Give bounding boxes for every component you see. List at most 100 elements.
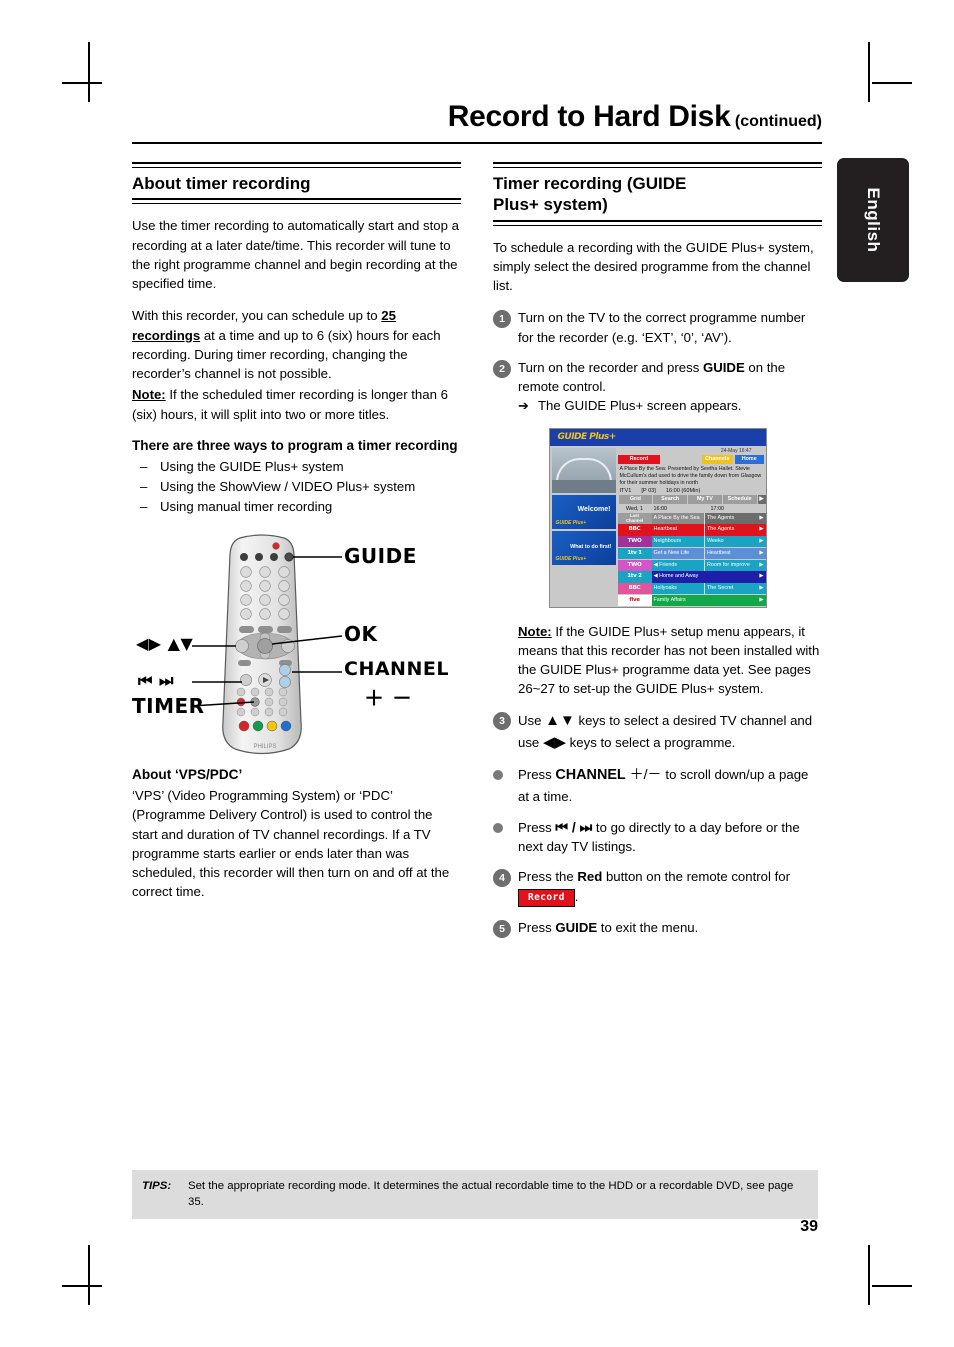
list-item: – Using the GUIDE Plus+ system xyxy=(132,457,461,476)
guide-plus-screenshot: GUIDE Plus+ Welcome! GUIDE Plus+ What to… xyxy=(548,427,767,608)
step3-text-a: Use xyxy=(518,712,546,728)
section-title-about-timer-recording: About timer recording xyxy=(132,174,311,193)
step-text: Use ▲▼ keys to select a desired TV chann… xyxy=(518,710,822,754)
tv-programme-cell[interactable]: A Place By the Sea xyxy=(651,512,704,524)
two-column-layout: About timer recording Use the timer reco… xyxy=(132,162,822,949)
tv-row-next-arrow-icon[interactable]: ▶ xyxy=(757,595,766,607)
tv-programme-description: A Place By the Sea: Presented by Seetha … xyxy=(619,465,762,486)
crop-mark-top-right-h xyxy=(872,82,912,84)
page-title: Record to Hard Disk xyxy=(447,100,731,133)
rule-bottom xyxy=(132,198,461,205)
list-item-label: Using the GUIDE Plus+ system xyxy=(160,458,344,474)
section-title-timer-recording: Timer recording (GUIDE Plus+ system) xyxy=(493,173,822,216)
tv-grid-row[interactable]: TWO ◀ Friends Room for improve ▶ xyxy=(617,559,766,571)
tv-programme-cell[interactable]: Heartbeat xyxy=(651,524,704,536)
tv-programme-cell[interactable]: The Secret xyxy=(704,583,758,595)
tv-channel-logo: BBC xyxy=(617,524,652,536)
step-4: 4 Press the Red button on the remote con… xyxy=(493,867,822,907)
tv-programme-cell[interactable]: Get a New Life xyxy=(651,547,704,560)
remote-label-guide: GUIDE xyxy=(344,544,417,569)
paragraph-guide-intro: To schedule a recording with the GUIDE P… xyxy=(493,239,814,294)
crop-mark-bottom-right-v xyxy=(868,1245,870,1305)
tv-grid-row[interactable]: BBC Hollyoaks The Secret ▶ xyxy=(617,583,766,595)
tv-programme-cell[interactable]: ◀ Home and Away xyxy=(651,571,758,583)
paragraph-guide-note: Note: If the GUIDE Plus+ setup menu appe… xyxy=(493,622,822,699)
tv-button-spacer xyxy=(662,455,699,464)
section-title-line2: Plus+ system) xyxy=(493,195,608,215)
tv-channel-info: ITV1 [P 03] 16:00 (60Min) xyxy=(618,487,766,494)
crop-mark-bottom-left-h xyxy=(62,1285,102,1287)
tv-programme-cell[interactable]: Homes xyxy=(700,607,729,608)
bullet-channel-scroll: Press CHANNEL ＋/－ to scroll down/up a pa… xyxy=(493,764,822,805)
tips-label: TIPS: xyxy=(142,1180,172,1192)
step-5: 5 Press GUIDE to exit the menu. xyxy=(493,918,822,938)
right-column: Timer recording (GUIDE Plus+ system) To … xyxy=(493,162,822,949)
rule-top xyxy=(132,162,461,168)
guide-note-text: If the GUIDE Plus+ setup menu appears, i… xyxy=(518,623,820,697)
remote-label-plus-minus: ＋ － xyxy=(364,686,413,711)
tv-row-next-arrow-icon[interactable]: ▶ xyxy=(757,512,766,524)
tv-row-next-arrow-icon[interactable]: ▶ xyxy=(757,536,766,548)
function-button-row xyxy=(239,626,292,634)
page-header: Record to Hard Disk (continued) xyxy=(132,100,822,138)
tv-channel-position: [P 03] xyxy=(641,487,656,494)
step-key-guide: GUIDE xyxy=(702,359,745,375)
tv-grid-row[interactable]: Last Channel A Place By the Sea The Agents ▶ xyxy=(617,512,766,524)
bridge-arch-shape xyxy=(555,457,612,482)
tv-row-next-arrow-icon[interactable]: ▶ xyxy=(757,571,766,583)
tv-programme-cell[interactable]: Weeko xyxy=(704,536,758,548)
tv-grid-row[interactable]: 1tv 2 ◀ Home and Away ▶ xyxy=(617,571,766,583)
tv-programme-cell[interactable]: Family Affairs xyxy=(651,595,758,607)
crop-mark-top-right-v xyxy=(868,42,870,102)
crop-mark-bottom-left-v xyxy=(88,1245,90,1305)
tv-programme-cell[interactable]: Hollyoaks xyxy=(651,583,704,595)
step-number: 1 xyxy=(493,310,511,329)
page-title-continued: (continued) xyxy=(734,113,822,130)
step-text: Turn on the TV to the correct programme … xyxy=(518,310,806,345)
nav-left-icon xyxy=(235,639,249,654)
note-label: Note: xyxy=(132,387,166,403)
heading-vps-pdc: About ‘VPS/PDC’ xyxy=(132,767,243,783)
bullet1-plus-minus-icon: ＋/－ xyxy=(625,766,666,783)
tv-body: Welcome! GUIDE Plus+ What to do first! G… xyxy=(549,445,766,608)
tv-button-channels[interactable]: Channels xyxy=(701,454,733,464)
tv-tab-schedule[interactable]: Schedule xyxy=(722,494,757,504)
tv-grid-row[interactable]: 4EmmerdaleHomesPolic▶ xyxy=(618,607,766,608)
tv-grid-row[interactable]: 1tv 1 Get a New Life Heartbeat ▶ xyxy=(617,547,766,560)
tv-programme-cell[interactable]: Emmerdale xyxy=(652,607,701,608)
step-number: 5 xyxy=(493,919,511,938)
tv-programme-cell[interactable]: The Agents xyxy=(704,512,758,524)
tv-grid-row[interactable]: TWO Neighbours Weeko ▶ xyxy=(617,536,766,548)
step-2: 2 Turn on the recorder and press GUIDE o… xyxy=(493,358,822,416)
tv-row-next-arrow-icon[interactable]: ▶ xyxy=(757,559,766,571)
bullet2-text-a: Press xyxy=(518,819,556,835)
tv-row-next-arrow-icon[interactable]: ▶ xyxy=(757,547,766,560)
bullet-dot xyxy=(493,822,503,833)
remote-label-timer: TIMER xyxy=(132,694,205,719)
channel-up-icon xyxy=(279,664,291,677)
tv-button-record[interactable]: Record xyxy=(617,454,661,464)
tv-tab-next-arrow-icon[interactable]: ▶ xyxy=(757,494,766,504)
promo-panel-text: What to do first! xyxy=(570,543,612,550)
tv-programme-cell[interactable]: ◀ Friends xyxy=(651,559,704,571)
tv-tab-mytv[interactable]: My TV xyxy=(688,494,722,504)
tv-button-home[interactable]: Home xyxy=(734,454,764,464)
tv-programme-time: 16:00 (60Min) xyxy=(665,487,701,494)
remote-label-channel: CHANNEL xyxy=(344,658,449,681)
tv-row-next-arrow-icon[interactable]: ▶ xyxy=(757,524,766,536)
tv-row-next-arrow-icon[interactable]: ▶ xyxy=(757,583,766,595)
tv-programme-cell[interactable]: Neighbours xyxy=(651,536,704,548)
tv-row-next-arrow-icon[interactable]: ▶ xyxy=(758,607,766,608)
tv-programme-cell[interactable]: Heartbeat xyxy=(704,547,758,560)
tv-programme-cell[interactable]: Polic xyxy=(729,607,758,608)
guide-plus-logo: GUIDE Plus+ xyxy=(557,431,617,442)
tv-grid-row[interactable]: BBC Heartbeat The Agents ▶ xyxy=(617,524,766,536)
crop-mark-top-left-h xyxy=(62,82,102,84)
tv-tab-grid[interactable]: Grid xyxy=(618,494,653,504)
tv-grid-row[interactable]: five Family Affairs ▶ xyxy=(617,595,766,607)
guide-note-label: Note: xyxy=(518,623,552,639)
paragraph-note: Note: If the scheduled timer recording i… xyxy=(132,385,461,424)
tv-programme-cell[interactable]: Room for improve xyxy=(704,559,758,571)
tv-tab-search[interactable]: Search xyxy=(653,494,687,504)
tv-programme-cell[interactable]: The Agents xyxy=(704,524,758,536)
